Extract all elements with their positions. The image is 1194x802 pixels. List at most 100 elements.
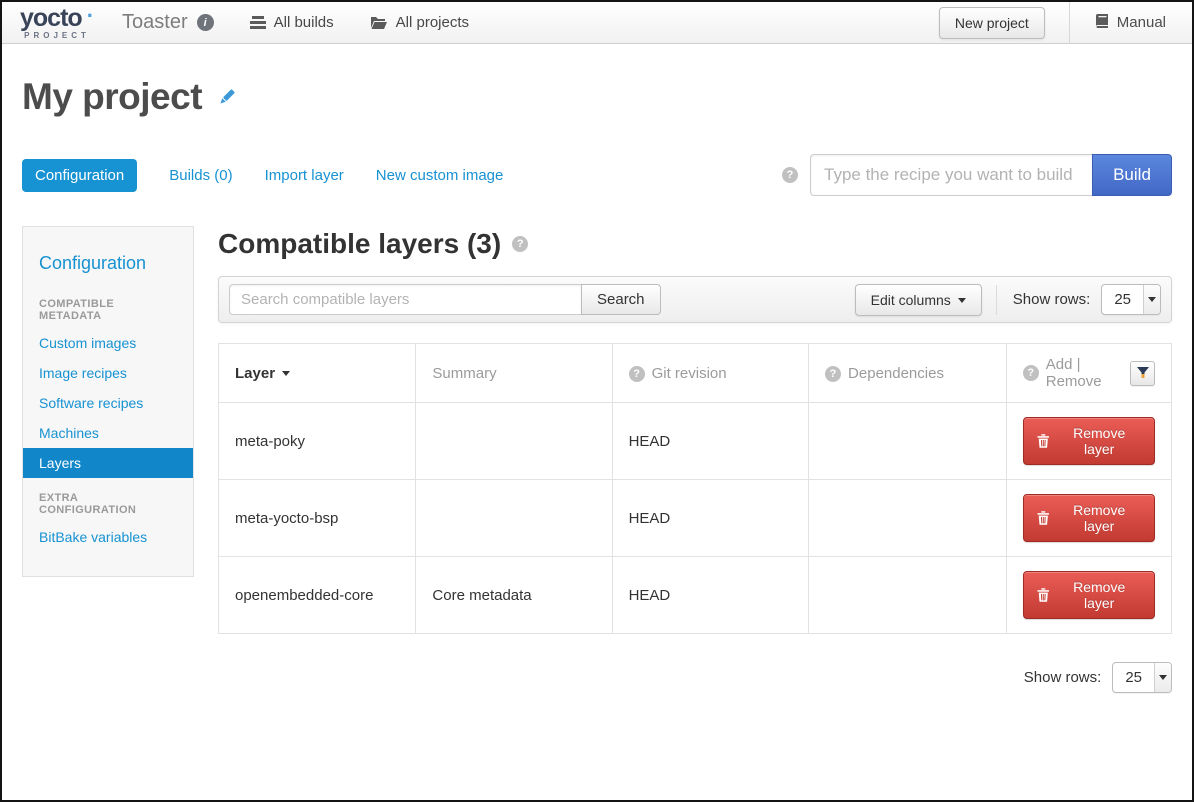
git-revision-help-icon[interactable]: ? — [629, 366, 645, 382]
chevron-down-icon — [958, 298, 966, 303]
remove-layer-button[interactable]: Remove layer — [1023, 571, 1155, 619]
rows-per-page-value-bottom: 25 — [1113, 663, 1154, 692]
sidebar-item-bitbake-variables[interactable]: BitBake variables — [23, 522, 193, 552]
edit-columns-button[interactable]: Edit columns — [855, 284, 982, 316]
toaster-app-window: yocto · PROJECT Toaster i All builds All… — [0, 0, 1194, 802]
column-summary-label: Summary — [432, 365, 496, 382]
layer-name-cell: openembedded-core — [219, 557, 416, 634]
show-rows-control: Show rows: 25 — [1013, 284, 1161, 315]
sidebar-item-custom-images[interactable]: Custom images — [23, 328, 193, 358]
search-group: Search — [229, 284, 661, 315]
logo-brand-text: yocto — [20, 6, 82, 31]
edit-project-name-icon[interactable] — [216, 87, 237, 108]
sidebar-item-software-recipes[interactable]: Software recipes — [23, 388, 193, 418]
build-help-icon[interactable]: ? — [782, 167, 798, 183]
compatible-layers-help-icon[interactable]: ? — [512, 236, 528, 252]
book-icon — [1094, 14, 1109, 32]
table-toolbar: Search Edit columns Show rows: 25 — [218, 276, 1172, 323]
table-row: meta-poky HEAD Remove layer — [219, 403, 1172, 480]
column-header-dependencies[interactable]: ? Dependencies — [809, 344, 1007, 403]
nav-all-builds[interactable]: All builds — [250, 14, 334, 31]
summary-cell — [416, 403, 612, 480]
compatible-layers-heading: Compatible layers (3) — [218, 228, 501, 260]
manual-label: Manual — [1117, 14, 1166, 31]
remove-layer-button[interactable]: Remove layer — [1023, 494, 1155, 542]
builds-list-icon — [250, 16, 266, 30]
project-tabs: Configuration Builds (0) Import layer Ne… — [22, 154, 1172, 196]
git-revision-cell: HEAD — [612, 403, 808, 480]
info-icon[interactable]: i — [197, 14, 214, 31]
sidebar-item-configuration[interactable]: Configuration — [23, 241, 193, 284]
toolbar-divider — [996, 285, 997, 315]
edit-columns-label: Edit columns — [871, 292, 951, 308]
sidebar-heading-extra-configuration: EXTRA CONFIGURATION — [23, 478, 193, 522]
page-title: My project — [22, 76, 202, 118]
trash-icon — [1037, 434, 1050, 448]
column-add-remove-label: Add | Remove — [1046, 356, 1130, 390]
nav-all-projects-label: All projects — [396, 14, 469, 31]
sidebar-item-image-recipes[interactable]: Image recipes — [23, 358, 193, 388]
logo-subtitle: PROJECT — [20, 32, 94, 40]
select-caret-icon — [1143, 285, 1160, 314]
trash-icon — [1037, 588, 1050, 602]
new-project-button[interactable]: New project — [939, 7, 1045, 39]
trash-icon — [1037, 511, 1050, 525]
git-revision-cell: HEAD — [612, 557, 808, 634]
funnel-icon — [1137, 367, 1149, 379]
action-cell: Remove layer — [1006, 403, 1171, 480]
yocto-project-logo[interactable]: yocto · PROJECT — [20, 6, 94, 40]
remove-layer-label: Remove layer — [1057, 502, 1141, 534]
dependencies-cell — [809, 557, 1007, 634]
remove-layer-button[interactable]: Remove layer — [1023, 417, 1155, 465]
page-title-row: My project — [22, 76, 1172, 118]
column-layer-label: Layer — [235, 365, 275, 382]
logo-dot: · — [87, 6, 94, 26]
dependencies-cell — [809, 480, 1007, 557]
sidebar-item-machines[interactable]: Machines — [23, 418, 193, 448]
build-button[interactable]: Build — [1092, 154, 1172, 196]
top-navbar: yocto · PROJECT Toaster i All builds All… — [2, 2, 1192, 44]
tab-configuration[interactable]: Configuration — [22, 159, 137, 192]
tab-new-custom-image[interactable]: New custom image — [376, 159, 504, 192]
show-rows-control-bottom: Show rows: 25 — [1024, 662, 1172, 693]
column-header-layer[interactable]: Layer — [219, 344, 416, 403]
page-content: My project Configuration Builds (0) Impo… — [2, 76, 1192, 693]
sidebar-item-layers[interactable]: Layers — [23, 448, 193, 478]
remove-layer-label: Remove layer — [1057, 579, 1141, 611]
column-header-summary[interactable]: Summary — [416, 344, 612, 403]
compatible-layers-table: Layer Summary ? Git revision ? Dependencie… — [218, 343, 1172, 634]
select-caret-icon — [1154, 663, 1171, 692]
dependencies-cell — [809, 403, 1007, 480]
action-cell: Remove layer — [1006, 480, 1171, 557]
filter-button[interactable] — [1130, 361, 1155, 386]
layer-name-cell: meta-yocto-bsp — [219, 480, 416, 557]
rows-per-page-select-bottom[interactable]: 25 — [1112, 662, 1172, 693]
rows-per-page-select[interactable]: 25 — [1101, 284, 1161, 315]
tab-builds[interactable]: Builds (0) — [169, 159, 232, 192]
summary-cell — [416, 480, 612, 557]
body-row: Configuration COMPATIBLE METADATA Custom… — [22, 226, 1172, 693]
show-rows-label-bottom: Show rows: — [1024, 669, 1102, 686]
sort-desc-icon — [282, 371, 290, 376]
build-recipe-input[interactable] — [810, 154, 1092, 196]
show-rows-label: Show rows: — [1013, 291, 1091, 308]
search-button[interactable]: Search — [581, 284, 661, 315]
app-title: Toaster — [122, 11, 188, 34]
column-header-git-revision[interactable]: ? Git revision — [612, 344, 808, 403]
remove-layer-label: Remove layer — [1057, 425, 1141, 457]
column-git-revision-label: Git revision — [652, 365, 727, 382]
column-dependencies-label: Dependencies — [848, 365, 944, 382]
table-row: meta-yocto-bsp HEAD Remove layer — [219, 480, 1172, 557]
add-remove-help-icon[interactable]: ? — [1023, 365, 1039, 381]
dependencies-help-icon[interactable]: ? — [825, 366, 841, 382]
rows-per-page-value: 25 — [1102, 285, 1143, 314]
tab-import-layer[interactable]: Import layer — [265, 159, 344, 192]
navbar-right: New project Manual — [939, 2, 1192, 43]
sidebar-heading-compatible-metadata: COMPATIBLE METADATA — [23, 284, 193, 328]
configuration-sidebar: Configuration COMPATIBLE METADATA Custom… — [22, 226, 194, 577]
column-header-add-remove: ? Add | Remove — [1006, 344, 1171, 403]
search-input[interactable] — [229, 284, 581, 315]
table-row: openembedded-core Core metadata HEAD Rem… — [219, 557, 1172, 634]
nav-all-projects[interactable]: All projects — [370, 14, 469, 31]
manual-link[interactable]: Manual — [1070, 14, 1192, 32]
